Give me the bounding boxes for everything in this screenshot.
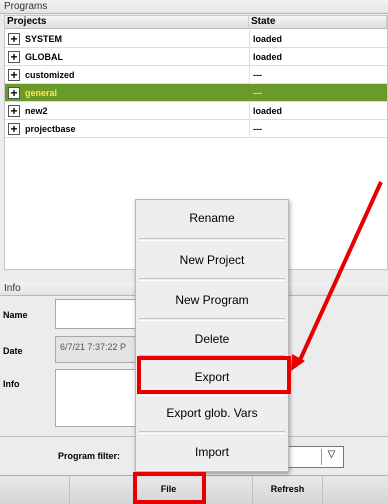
program-filter-label: Program filter:: [58, 451, 121, 461]
menu-separator: [139, 238, 285, 241]
project-state: loaded: [253, 52, 283, 62]
project-state: ---: [253, 88, 262, 98]
project-name: new2: [25, 106, 48, 116]
name-field[interactable]: [55, 299, 145, 329]
menu-item-new-project[interactable]: New Project: [136, 246, 288, 274]
project-name: GLOBAL: [25, 52, 63, 62]
table-row-selected[interactable]: + general ---: [5, 84, 387, 102]
toolbar-empty-button[interactable]: [323, 476, 388, 504]
project-state: ---: [253, 70, 262, 80]
table-row[interactable]: + new2 loaded: [5, 102, 387, 120]
bottom-toolbar: File Refresh: [0, 475, 388, 504]
table-row[interactable]: + GLOBAL loaded: [5, 48, 387, 66]
table-row[interactable]: + customized ---: [5, 66, 387, 84]
menu-item-delete[interactable]: Delete: [136, 325, 288, 353]
menu-separator: [139, 318, 285, 321]
menu-item-rename[interactable]: Rename: [136, 204, 288, 232]
project-state: ---: [253, 124, 262, 134]
dropdown-arrow-icon[interactable]: ▽: [321, 449, 341, 465]
toolbar-empty-button[interactable]: [203, 476, 253, 504]
column-header-state[interactable]: State: [249, 16, 387, 29]
column-header-projects[interactable]: Projects: [5, 16, 249, 29]
menu-item-import[interactable]: Import: [136, 438, 288, 466]
table-row[interactable]: + SYSTEM loaded: [5, 30, 387, 48]
project-name: general: [25, 88, 58, 98]
refresh-button[interactable]: Refresh: [253, 476, 323, 504]
menu-separator: [139, 355, 285, 358]
project-name: customized: [25, 70, 75, 80]
expand-icon[interactable]: +: [8, 33, 20, 45]
name-label: Name: [3, 310, 28, 320]
toolbar-empty-button[interactable]: [0, 476, 70, 504]
menu-separator: [139, 431, 285, 434]
menu-separator: [139, 393, 285, 396]
menu-item-export-glob-vars[interactable]: Export glob. Vars: [136, 399, 288, 427]
menu-separator: [139, 278, 285, 281]
info-textarea[interactable]: [55, 369, 145, 427]
info-label: Info: [3, 379, 20, 389]
expand-icon[interactable]: +: [8, 51, 20, 63]
project-name: projectbase: [25, 124, 76, 134]
date-label: Date: [3, 346, 23, 356]
project-state: loaded: [253, 106, 283, 116]
project-state: loaded: [253, 34, 283, 44]
menu-item-new-program[interactable]: New Program: [136, 286, 288, 314]
expand-icon[interactable]: +: [8, 69, 20, 81]
expand-icon[interactable]: +: [8, 123, 20, 135]
table-row[interactable]: + projectbase ---: [5, 120, 387, 138]
file-context-menu: Rename New Project New Program Delete Ex…: [135, 199, 289, 472]
menu-item-export[interactable]: Export: [136, 363, 288, 391]
expand-icon[interactable]: +: [8, 105, 20, 117]
expand-icon[interactable]: +: [8, 87, 20, 99]
toolbar-empty-button[interactable]: [70, 476, 135, 504]
file-button[interactable]: File: [135, 476, 203, 504]
programs-title: Programs: [0, 0, 388, 14]
date-field: 6/7/21 7:37:22 P: [55, 336, 145, 363]
project-name: SYSTEM: [25, 34, 63, 44]
program-filter-select[interactable]: ▽: [286, 446, 344, 468]
